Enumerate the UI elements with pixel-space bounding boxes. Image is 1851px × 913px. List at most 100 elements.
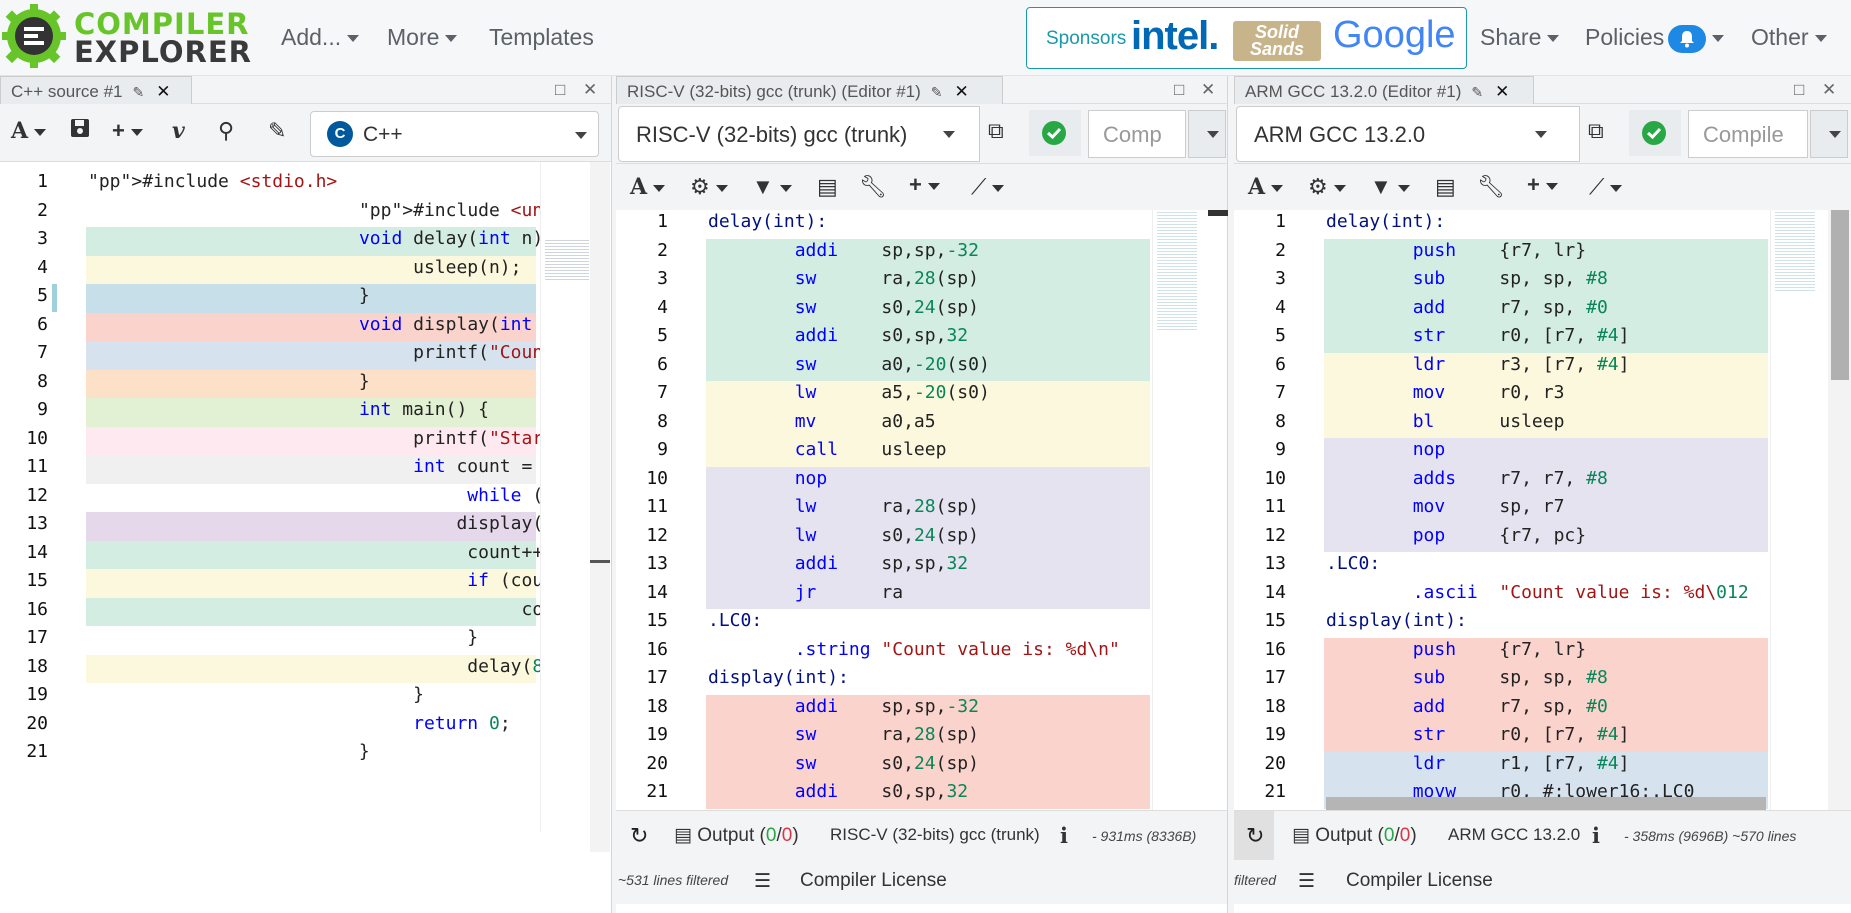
maximize-icon[interactable]: □ xyxy=(555,80,565,100)
compiler-select[interactable]: RISC-V (32-bits) gcc (trunk) xyxy=(618,106,980,162)
code-line: str r0, [r7, #4] xyxy=(1412,724,1630,745)
pencil-icon[interactable]: ✎ xyxy=(1471,84,1483,100)
nav-more-dropdown[interactable]: More xyxy=(387,24,458,51)
compiler-license-link[interactable]: Compiler License xyxy=(1346,870,1493,892)
line-number: 14 xyxy=(26,541,48,563)
line-number: 11 xyxy=(1264,496,1286,517)
lines-filtered: ~531 lines filtered xyxy=(618,872,729,888)
tab-riscv[interactable]: RISC-V (32-bits) gcc (trunk) (Editor #1)… xyxy=(616,76,1003,104)
arm-license-bar: filtered ☰ Compiler License xyxy=(1234,860,1851,904)
sponsors-box[interactable]: Sponsors intel. Solid Sands Google xyxy=(1026,7,1467,69)
nav-other-label: Other xyxy=(1751,24,1809,50)
line-number: 15 xyxy=(1264,610,1286,631)
bell-icon xyxy=(1668,24,1707,53)
pin-icon[interactable]: ✎ xyxy=(268,118,286,144)
source-scrollbar[interactable] xyxy=(590,162,610,852)
line-number: 4 xyxy=(657,296,668,318)
compiler-options-input[interactable]: Compile xyxy=(1688,110,1808,158)
code-line: addi sp,sp,-32 xyxy=(794,239,979,261)
close-icon[interactable]: ✕ xyxy=(156,82,170,101)
font-size-icon[interactable]: A xyxy=(1248,174,1284,200)
close-pane-icon[interactable]: ✕ xyxy=(583,80,597,100)
line-number: 3 xyxy=(37,228,48,249)
compiler-explorer-logo[interactable]: COMPILER EXPLORER xyxy=(2,4,251,70)
refresh-icon[interactable]: ↻ xyxy=(1246,823,1264,849)
filter-icon[interactable]: ▼ xyxy=(752,174,792,200)
gear-icon[interactable]: ⚙ xyxy=(1308,174,1346,200)
source-minimap[interactable] xyxy=(540,162,592,832)
nav-templates-link[interactable]: Templates xyxy=(489,24,594,51)
search-icon[interactable]: ⚲ xyxy=(218,118,234,144)
tab-arm[interactable]: ARM GCC 13.2.0 (Editor #1) ✎ ✕ xyxy=(1234,76,1534,104)
font-size-icon[interactable]: A xyxy=(630,174,666,200)
vim-icon[interactable]: v xyxy=(172,118,185,144)
code-line: delay(int): xyxy=(708,211,828,232)
line-number: 6 xyxy=(657,353,668,375)
nav-policies-dropdown[interactable]: Policies xyxy=(1585,24,1725,53)
riscv-asm-area[interactable]: 1 delay(int): 2 addi sp,sp,-32 3 sw ra,28(s… xyxy=(616,210,1152,810)
font-size-icon[interactable]: A xyxy=(11,118,47,144)
check-circle-icon xyxy=(1642,121,1666,145)
riscv-scroll-thumb[interactable] xyxy=(1208,210,1228,216)
refresh-icon[interactable]: ↻ xyxy=(630,823,648,849)
sponsor-solid-sands-logo[interactable]: Solid Sands xyxy=(1233,21,1321,61)
nav-add-dropdown[interactable]: Add... xyxy=(281,24,360,51)
arm-horizontal-scrollbar[interactable] xyxy=(1326,797,1766,811)
info-icon[interactable]: i xyxy=(1592,823,1600,848)
options-dropdown-button[interactable] xyxy=(1188,110,1226,158)
book-icon[interactable]: ▤ xyxy=(1435,174,1456,200)
filter-icon[interactable]: ▼ xyxy=(1370,174,1410,200)
add-icon[interactable]: + xyxy=(112,118,143,144)
info-icon[interactable]: i xyxy=(1060,823,1068,848)
close-pane-icon[interactable]: ✕ xyxy=(1822,80,1836,100)
book-icon[interactable]: ▤ xyxy=(817,174,838,200)
compile-status-button[interactable] xyxy=(1029,110,1081,156)
output-stats: - 931ms (8336B) xyxy=(1092,828,1197,844)
riscv-minimap[interactable] xyxy=(1152,210,1220,810)
nav-other-dropdown[interactable]: Other xyxy=(1751,24,1827,51)
close-icon[interactable]: ✕ xyxy=(1495,82,1509,101)
add-icon[interactable]: + xyxy=(1527,172,1558,198)
maximize-icon[interactable]: □ xyxy=(1174,80,1184,100)
output-button[interactable]: ▤ Output (0/0) xyxy=(1292,824,1417,847)
wrench-icon[interactable]: 🔧︎ xyxy=(1477,174,1505,200)
logo-gear-icon xyxy=(2,4,66,68)
arm-asm-area[interactable]: 1 delay(int): 2 push {r7, lr} 3 sub sp, sp,… xyxy=(1234,210,1770,810)
compile-placeholder: Compile xyxy=(1703,122,1784,147)
popout-icon[interactable]: ⧉ xyxy=(1588,118,1604,144)
compiler-select[interactable]: ARM GCC 13.2.0 xyxy=(1236,106,1580,162)
source-code-area[interactable]: 1 "pp">#include <stdio.h> 2 "pp">#include … xyxy=(0,162,540,832)
nav-share-dropdown[interactable]: Share xyxy=(1480,24,1560,51)
code-line: addi sp,sp,-32 xyxy=(794,695,979,717)
riscv-tabstrip: RISC-V (32-bits) gcc (trunk) (Editor #1)… xyxy=(616,76,1227,104)
pencil-icon[interactable]: ✎ xyxy=(931,84,943,100)
close-pane-icon[interactable]: ✕ xyxy=(1201,80,1215,100)
brush-icon[interactable]: ⟋ xyxy=(971,174,1005,200)
language-select[interactable]: C C++ xyxy=(310,111,599,157)
gear-icon[interactable]: ⚙ xyxy=(690,174,728,200)
pencil-icon[interactable]: ✎ xyxy=(133,84,145,100)
maximize-icon[interactable]: □ xyxy=(1794,80,1804,100)
options-dropdown-button[interactable] xyxy=(1810,110,1848,158)
chevron-down-icon xyxy=(1547,35,1560,43)
sponsor-google-logo[interactable]: Google xyxy=(1333,14,1456,57)
arm-scrollbar[interactable] xyxy=(1828,210,1851,810)
arm-minimap[interactable] xyxy=(1770,210,1828,810)
brush-icon[interactable]: ⟋ xyxy=(1589,174,1623,200)
popout-icon[interactable]: ⧉ xyxy=(988,118,1004,144)
code-line: sw a0,-20(s0) xyxy=(794,353,990,375)
save-icon[interactable] xyxy=(70,118,90,144)
compiler-license-link[interactable]: Compiler License xyxy=(800,870,947,892)
add-icon[interactable]: + xyxy=(909,172,940,198)
code-line: ldr r1, [r7, #4] xyxy=(1412,752,1630,774)
wrench-icon[interactable]: 🔧︎ xyxy=(859,174,887,200)
tab-title: C++ source #1 xyxy=(11,82,123,101)
sponsor-intel-logo[interactable]: intel. xyxy=(1131,14,1219,59)
tab-cpp-source[interactable]: C++ source #1 ✎ ✕ xyxy=(0,76,192,104)
compile-status-button[interactable] xyxy=(1629,110,1681,156)
code-line: .LC0: xyxy=(1326,553,1381,574)
compiler-options-input[interactable]: Comp xyxy=(1088,110,1186,158)
close-icon[interactable]: ✕ xyxy=(955,82,969,101)
output-button[interactable]: ▤ Output (0/0) xyxy=(674,824,799,847)
line-number: 6 xyxy=(37,313,48,335)
